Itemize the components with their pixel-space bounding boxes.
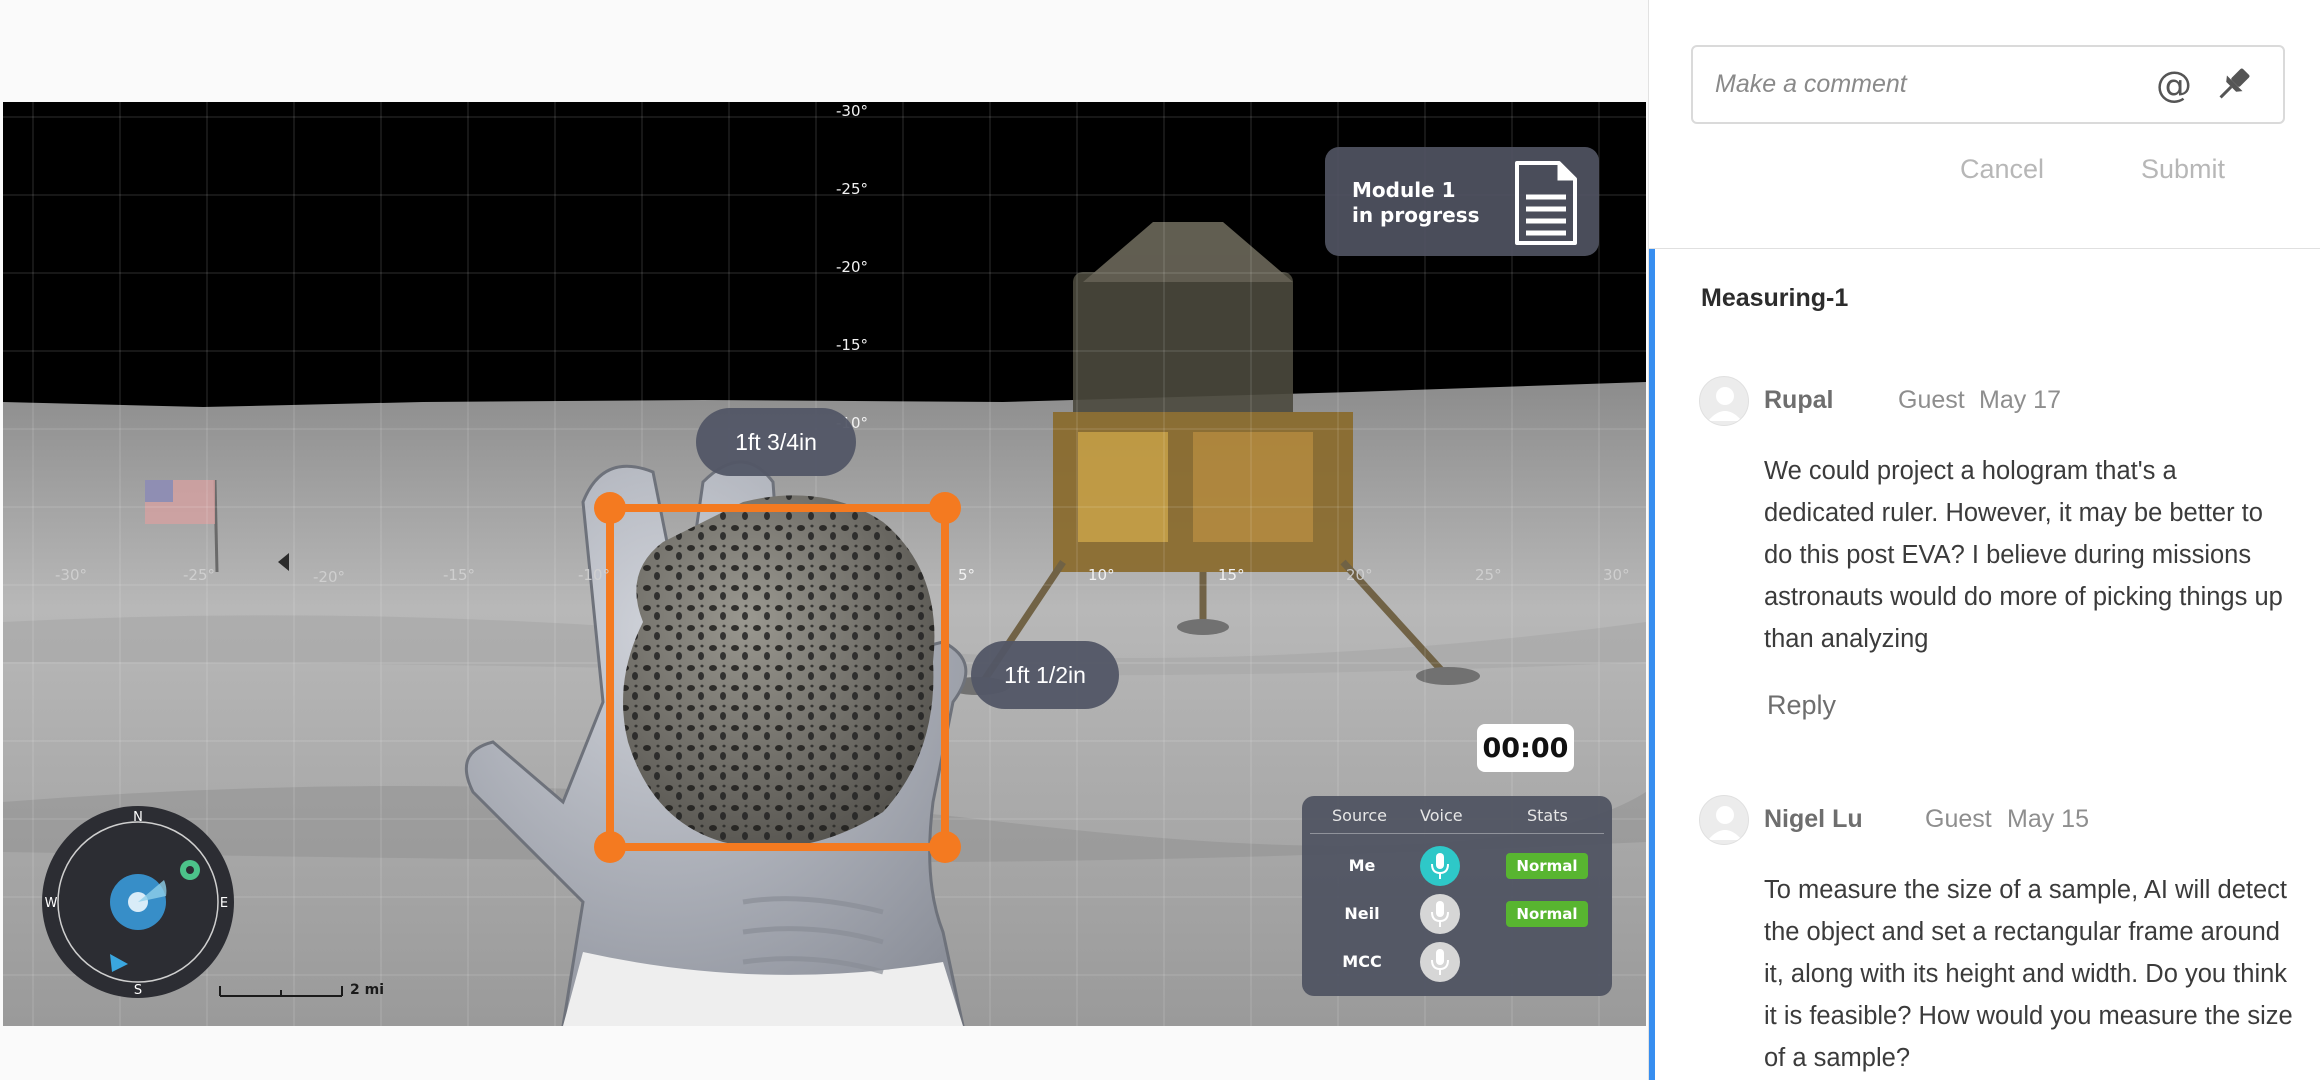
comm-divider — [1310, 833, 1604, 834]
comm-source-me: Me — [1348, 856, 1376, 875]
microphone-icon — [1431, 901, 1449, 927]
submit-button[interactable]: Submit — [2141, 154, 2225, 185]
frame-handle-bottom-left — [594, 831, 626, 863]
scale-label: 2 mi — [350, 982, 385, 998]
width-measurement-label: 1ft 1/2in — [971, 641, 1119, 709]
status-badge-me: Normal — [1506, 853, 1588, 879]
frame-handle-top-right — [929, 492, 961, 524]
mic-toggle-mcc[interactable] — [1420, 942, 1460, 982]
compass-north: N — [133, 810, 143, 825]
comment-role: Guest — [1898, 386, 1965, 414]
image-stage: -30° -25° -20° -15° -10° -30° -25° -20° … — [0, 0, 1648, 1080]
htick-10: 30° — [1603, 566, 1630, 584]
comment-date: May 17 — [1979, 386, 2061, 414]
vtick-2: -20° — [836, 258, 868, 276]
htick-7: 15° — [1218, 566, 1245, 584]
compass-west: W — [45, 896, 58, 911]
comment-item: Nigel Lu Guest May 15 To measure the siz… — [1699, 795, 2299, 1080]
mic-toggle-me[interactable] — [1420, 846, 1460, 886]
panel-divider — [1649, 248, 2320, 249]
module-status: in progress — [1352, 203, 1480, 227]
comment-item: Rupal Guest May 17 We could project a ho… — [1699, 376, 2299, 736]
mic-toggle-neil[interactable] — [1420, 894, 1460, 934]
comments-panel: @ Cancel Submit Measuring-1 Rupal Guest … — [1648, 0, 2320, 1080]
module-title: Module 1 — [1352, 178, 1456, 202]
htick-2: -20° — [313, 568, 345, 586]
vtick-1: -25° — [836, 180, 868, 198]
vtick-0: -30° — [836, 102, 868, 120]
status-badge-neil: Normal — [1506, 901, 1588, 927]
vtick-3: -15° — [836, 336, 868, 354]
comment-role: Guest — [1925, 805, 1992, 833]
htick-9: 25° — [1475, 566, 1502, 584]
comment-composer[interactable]: @ — [1691, 45, 2285, 124]
user-avatar-icon — [1708, 387, 1742, 421]
comment-author: Nigel Lu — [1764, 805, 1863, 833]
avatar — [1699, 376, 1749, 426]
pin-icon[interactable] — [2211, 61, 2257, 107]
height-measurement-label: 1ft 3/4in — [696, 408, 856, 476]
microphone-icon — [1431, 949, 1449, 975]
htick-8: 20° — [1346, 566, 1373, 584]
mention-icon[interactable]: @ — [2151, 62, 2197, 108]
timer-display: 00:00 — [1477, 724, 1574, 772]
comment-author: Rupal — [1764, 386, 1834, 414]
microphone-icon — [1431, 853, 1449, 879]
htick-6: 10° — [1088, 566, 1115, 584]
frame-handle-bottom-right — [929, 831, 961, 863]
comment-body: We could project a hologram that's a ded… — [1764, 457, 2283, 653]
thread-title: Measuring-1 — [1701, 284, 1849, 312]
comment-body: To measure the size of a sample, AI will… — [1764, 876, 2293, 1072]
comm-status-panel: Source Voice Stats Me Normal Neil Normal… — [1302, 796, 1612, 996]
cancel-button[interactable]: Cancel — [1960, 154, 2044, 185]
htick-5: 5° — [958, 566, 975, 584]
document-icon — [1515, 161, 1577, 245]
frame-handle-top-left — [594, 492, 626, 524]
comment-date: May 15 — [2007, 805, 2089, 833]
compass-widget[interactable]: N S E W — [40, 804, 236, 1000]
comm-header-voice: Voice — [1420, 806, 1463, 825]
avatar — [1699, 795, 1749, 845]
htick-4: -10° — [578, 566, 610, 584]
comm-header-stats: Stats — [1527, 806, 1568, 825]
compass-south: S — [134, 983, 142, 998]
reply-button[interactable]: Reply — [1767, 690, 1836, 721]
user-avatar-icon — [1708, 806, 1742, 840]
comment-input[interactable] — [1715, 47, 2135, 122]
compass-east: E — [220, 896, 228, 911]
htick-3: -15° — [443, 566, 475, 584]
htick-0: -30° — [55, 566, 87, 584]
comm-source-mcc: MCC — [1342, 952, 1382, 971]
rock-sample — [623, 495, 935, 848]
htick-1: -25° — [183, 566, 215, 584]
comm-source-neil: Neil — [1344, 904, 1380, 923]
comm-header-source: Source — [1332, 806, 1387, 825]
module-status-card[interactable]: Module 1 in progress — [1325, 147, 1599, 256]
thread-accent-bar — [1649, 249, 1655, 1080]
